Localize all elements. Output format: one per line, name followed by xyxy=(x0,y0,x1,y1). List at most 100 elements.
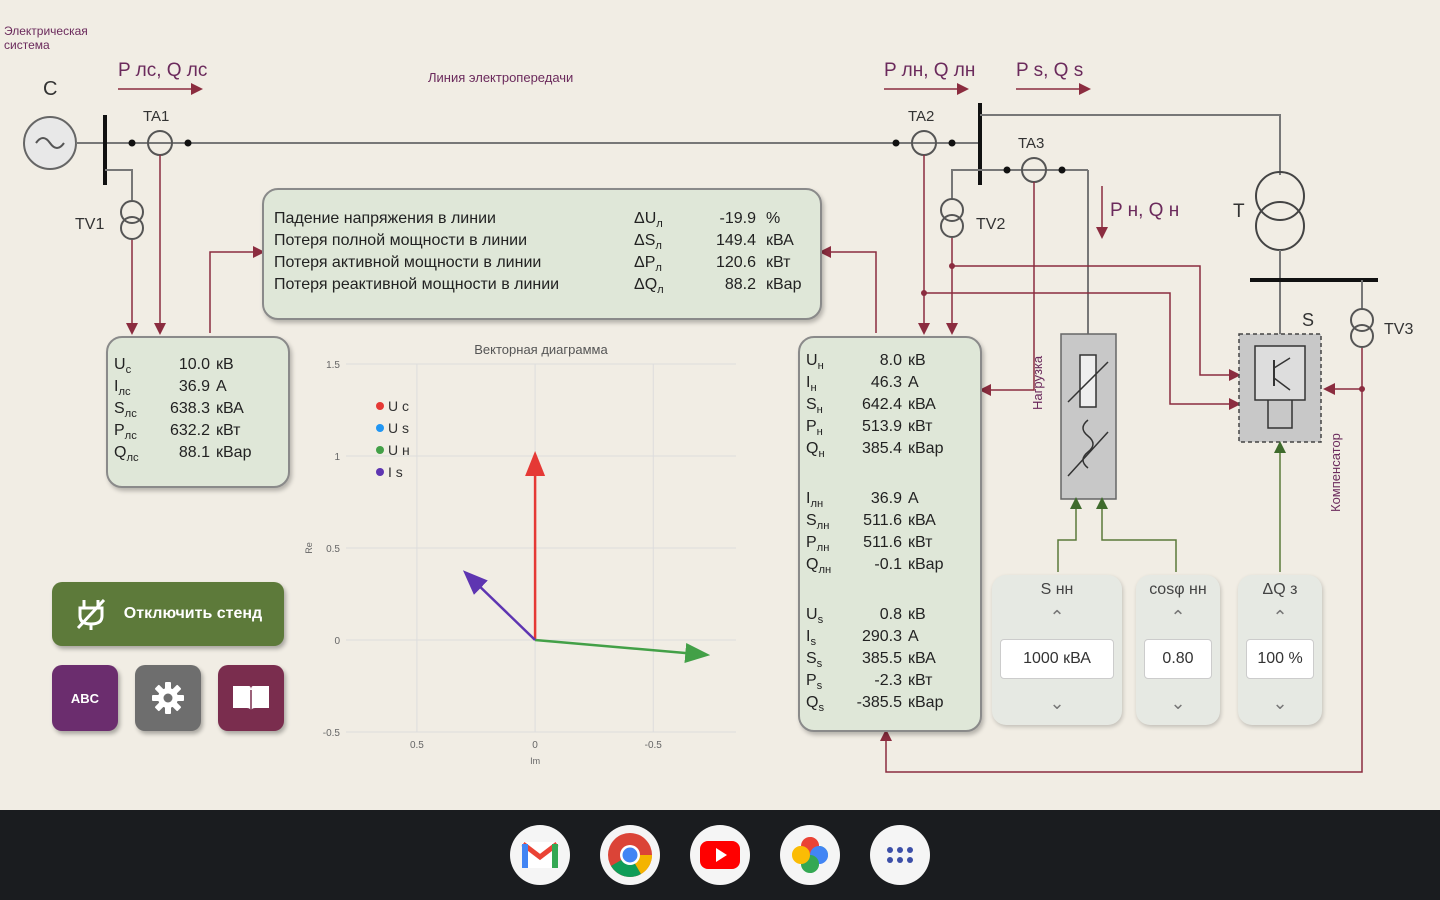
loss-value: 149.4 xyxy=(715,232,756,249)
dq-title: ΔQ з xyxy=(1262,581,1298,598)
ta2-label: TA2 xyxy=(908,108,935,125)
snn-stepper: S нн ⌃ 1000 кВА ⌄ xyxy=(992,575,1122,725)
vector-diagram-chart: 1.5 1 0.5 0 -0.5 0.5 0 -0.5 Векторная диаграмма I… xyxy=(304,342,736,766)
loss-value: 120.6 xyxy=(715,254,756,271)
youtube-logo xyxy=(700,841,740,869)
measurement-row: Ps -2.3 кВт xyxy=(800,670,980,692)
measurement-unit: кВар xyxy=(908,440,944,457)
dq-up-chevron-icon[interactable]: ⌃ xyxy=(1238,607,1322,628)
system-label: Электрическая система xyxy=(4,24,88,52)
legend-marker xyxy=(376,424,384,432)
manual-button[interactable] xyxy=(218,665,284,731)
legend-label: U н xyxy=(388,442,410,458)
measurement-symbol: Qлн xyxy=(806,556,832,576)
load-label: Нагрузка xyxy=(1030,355,1045,410)
measurement-row: Qн 385.4 кВар xyxy=(800,438,980,460)
snn-title: S нн xyxy=(1040,581,1074,598)
cos-field[interactable]: 0.80 xyxy=(1144,639,1212,679)
measurement-subscript: лс xyxy=(124,408,137,420)
source-measurements-panel: Uс 10.0 кВ Iлс 36.9 А Sлс 638.3 кВА Pлс 632.2 кВт Qл… xyxy=(106,336,290,488)
load-measurements-panel: Uн 8.0 кВ Iн 46.3 А Sн 642.4 кВА Pн 513.9 кВт Qн 385.… xyxy=(798,336,982,732)
measurement-subscript: н xyxy=(816,426,823,438)
disconnect-stand-label: Отключить стенд xyxy=(123,605,263,622)
legend-marker xyxy=(376,468,384,476)
loss-name: Потеря полной мощности в линии xyxy=(274,232,528,249)
loss-row: Потеря активной мощности в линии ΔPл 120.6… xyxy=(264,252,820,274)
measurement-value: -2.3 xyxy=(874,672,902,689)
youtube-icon[interactable] xyxy=(690,825,750,885)
flow-s-label: P s, Q s xyxy=(1016,60,1084,81)
disconnect-stand-button[interactable]: Отключить стенд xyxy=(52,582,284,646)
measurement-value: 36.9 xyxy=(870,490,902,507)
measurement-subscript: s xyxy=(816,658,823,670)
abc-button[interactable]: ABC xyxy=(52,665,118,731)
compensator-block-icon[interactable] xyxy=(1238,333,1322,443)
measurement-subscript: с xyxy=(125,364,132,376)
vector-2 xyxy=(534,638,711,663)
gear-icon xyxy=(152,682,184,714)
y-axis-label: Re xyxy=(304,542,314,554)
measurement-unit: кВар xyxy=(216,444,252,461)
y-tick-label: 0.5 xyxy=(326,544,340,555)
measurement-unit: кВА xyxy=(908,512,936,529)
measurement-value: 88.1 xyxy=(178,444,210,461)
measurement-value: 385.4 xyxy=(861,440,902,457)
chrome-icon[interactable] xyxy=(600,825,660,885)
measurement-subscript: лн xyxy=(816,520,830,532)
x-tick-label: 0.5 xyxy=(410,740,424,751)
measurement-subscript: s xyxy=(817,614,824,626)
dq-stepper: ΔQ з ⌃ 100 % ⌄ xyxy=(1238,575,1322,725)
measurement-row: Iлс 36.9 А xyxy=(108,376,288,398)
photos-logo xyxy=(792,837,828,873)
legend-label: U s xyxy=(388,420,409,436)
measurement-unit: А xyxy=(908,374,919,391)
measurement-row: Sлн 511.6 кВА xyxy=(800,510,980,532)
measurement-row: Is 290.3 А xyxy=(800,626,980,648)
loss-row: Потеря полной мощности в линии ΔSл 149.4 кВ… xyxy=(264,230,820,252)
dq-down-chevron-icon[interactable]: ⌄ xyxy=(1238,693,1322,714)
loss-subscript: л xyxy=(655,240,662,252)
chart-title: Векторная диаграмма xyxy=(474,342,608,357)
measurement-unit: кВт xyxy=(216,422,241,439)
measurement-value: 638.3 xyxy=(169,400,210,417)
ta1-label: TA1 xyxy=(143,108,170,125)
measurement-row: Iлн 36.9 А xyxy=(800,488,980,510)
measurement-subscript: лс xyxy=(126,452,139,464)
loss-name: Падение напряжения в линии xyxy=(274,210,496,227)
flow-ln-label: P лн, Q лн xyxy=(884,60,976,81)
measurement-symbol: Qлс xyxy=(114,444,139,464)
measurement-value: 385.5 xyxy=(861,650,902,667)
measurement-unit: кВт xyxy=(908,672,933,689)
load-block-icon[interactable] xyxy=(1060,333,1117,500)
loss-subscript: л xyxy=(655,262,662,274)
generator-icon[interactable] xyxy=(23,116,77,170)
cos-up-chevron-icon[interactable]: ⌃ xyxy=(1136,607,1220,628)
measurement-row: Iн 46.3 А xyxy=(800,372,980,394)
legend-label: I s xyxy=(388,464,403,480)
transformer-icon xyxy=(1255,171,1305,221)
cos-stepper: cosφ нн ⌃ 0.80 ⌄ xyxy=(1136,575,1220,725)
gmail-icon[interactable] xyxy=(510,825,570,885)
apps-grid-icon[interactable] xyxy=(870,825,930,885)
measurement-unit: кВ xyxy=(216,356,234,373)
dq-field[interactable]: 100 % xyxy=(1246,639,1314,679)
snn-field[interactable]: 1000 кВА xyxy=(1000,639,1114,679)
cos-down-chevron-icon[interactable]: ⌄ xyxy=(1136,693,1220,714)
photos-icon[interactable] xyxy=(780,825,840,885)
x-tick-label: -0.5 xyxy=(645,740,663,751)
measurement-subscript: н xyxy=(818,448,825,460)
measurement-unit: кВар xyxy=(908,556,944,573)
legend-marker xyxy=(376,446,384,454)
measurement-subscript: s xyxy=(816,680,823,692)
simulator-app: Электрическая система C Линия электропер… xyxy=(0,0,1440,810)
snn-up-chevron-icon[interactable]: ⌃ xyxy=(992,607,1122,628)
line-label: Линия электропередачи xyxy=(428,70,574,85)
loss-subscript: л xyxy=(656,218,663,230)
measurement-row: Ss 385.5 кВА xyxy=(800,648,980,670)
measurement-unit: А xyxy=(908,490,919,507)
snn-down-chevron-icon[interactable]: ⌄ xyxy=(992,693,1122,714)
app-launcher-dots xyxy=(887,847,913,863)
loss-value: 88.2 xyxy=(724,276,756,293)
settings-button[interactable] xyxy=(135,665,201,731)
loss-row: Падение напряжения в линии ΔUл -19.9% xyxy=(264,208,820,230)
